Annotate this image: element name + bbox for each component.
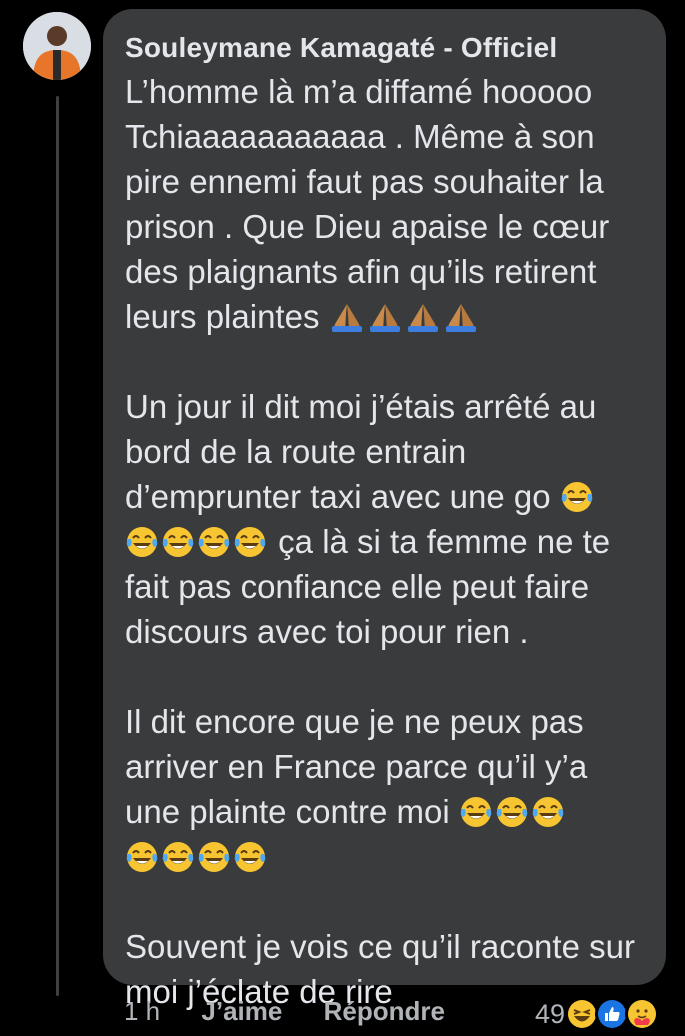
face-with-tears-of-joy-icon: [161, 840, 195, 874]
face-with-tears-of-joy-icon: [495, 795, 529, 829]
comment-text: L’homme là m’a diffamé hooooo Tchiaaaaaa…: [125, 73, 610, 335]
comment-author[interactable]: Souleymane Kamagaté - Officiel: [125, 31, 648, 65]
reaction-count: 49: [534, 998, 565, 1029]
comment-paragraph-2: Un jour il dit moi j’étais arrêté au bor…: [125, 384, 648, 654]
like-button[interactable]: J’aime: [201, 996, 282, 1027]
care-reaction-icon: [625, 997, 659, 1031]
face-with-tears-of-joy-icon: [161, 525, 195, 559]
comment-timestamp[interactable]: 1 h: [124, 996, 160, 1027]
face-with-tears-of-joy-icon: [233, 525, 267, 559]
folded-hands-icon: [329, 302, 365, 334]
avatar[interactable]: [23, 12, 91, 80]
face-with-tears-of-joy-icon: [560, 480, 594, 514]
reaction-icons: [565, 997, 659, 1031]
comment-bubble: Souleymane Kamagaté - Officiel L’homme l…: [103, 9, 666, 1010]
comment-text: Un jour il dit moi j’étais arrêté au bor…: [125, 388, 597, 515]
face-with-tears-of-joy-icon: [197, 525, 231, 559]
comment-paragraph-1: L’homme là m’a diffamé hooooo Tchiaaaaaa…: [125, 69, 648, 339]
face-with-tears-of-joy-icon: [233, 840, 267, 874]
face-with-tears-of-joy-icon: [125, 525, 159, 559]
reply-button[interactable]: Répondre: [324, 996, 445, 1027]
face-with-tears-of-joy-icon: [197, 840, 231, 874]
reactions-summary[interactable]: 49: [535, 994, 659, 1034]
like-reaction-icon: [595, 997, 629, 1031]
face-with-tears-of-joy-icon: [459, 795, 493, 829]
haha-reaction-icon: [565, 997, 599, 1031]
folded-hands-icon: [405, 302, 441, 334]
comment-actions: 1 h J’aime Répondre: [124, 996, 445, 1036]
comment-paragraph-3: Il dit encore que je ne peux pas arriver…: [125, 699, 648, 879]
face-with-tears-of-joy-icon: [125, 840, 159, 874]
face-with-tears-of-joy-icon: [531, 795, 565, 829]
folded-hands-icon: [443, 302, 479, 334]
thread-line: [56, 96, 59, 996]
folded-hands-icon: [367, 302, 403, 334]
